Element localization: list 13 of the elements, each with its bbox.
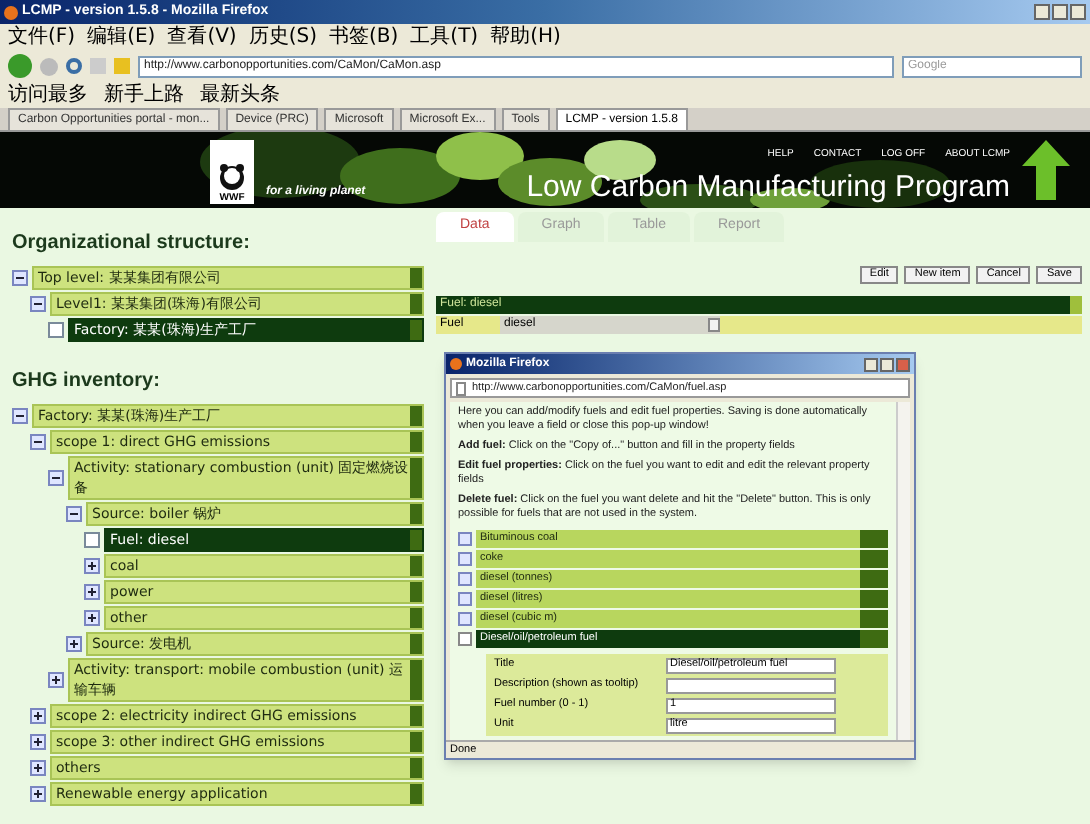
menu-item[interactable]: 查看(V)	[167, 25, 237, 49]
program-title: Low Carbon Manufacturing Program	[526, 170, 1010, 206]
menu-item[interactable]: 书签(B)	[329, 25, 399, 49]
bookmark-item[interactable]: 访问最多	[8, 83, 88, 107]
menu-item[interactable]: 文件(F)	[8, 25, 76, 49]
bookmark-item[interactable]: 最新头条	[200, 83, 280, 107]
menu-item[interactable]: 编辑(E)	[87, 25, 156, 49]
section-heading: GHG inventory:	[12, 368, 162, 396]
bookmark-item[interactable]: 新手上路	[104, 83, 184, 107]
menu-item[interactable]: 帮助(H)	[490, 25, 561, 49]
section-heading: Organizational structure:	[12, 230, 252, 258]
menu-item[interactable]: 工具(T)	[410, 25, 479, 49]
menu-item[interactable]: 历史(S)	[248, 25, 317, 49]
